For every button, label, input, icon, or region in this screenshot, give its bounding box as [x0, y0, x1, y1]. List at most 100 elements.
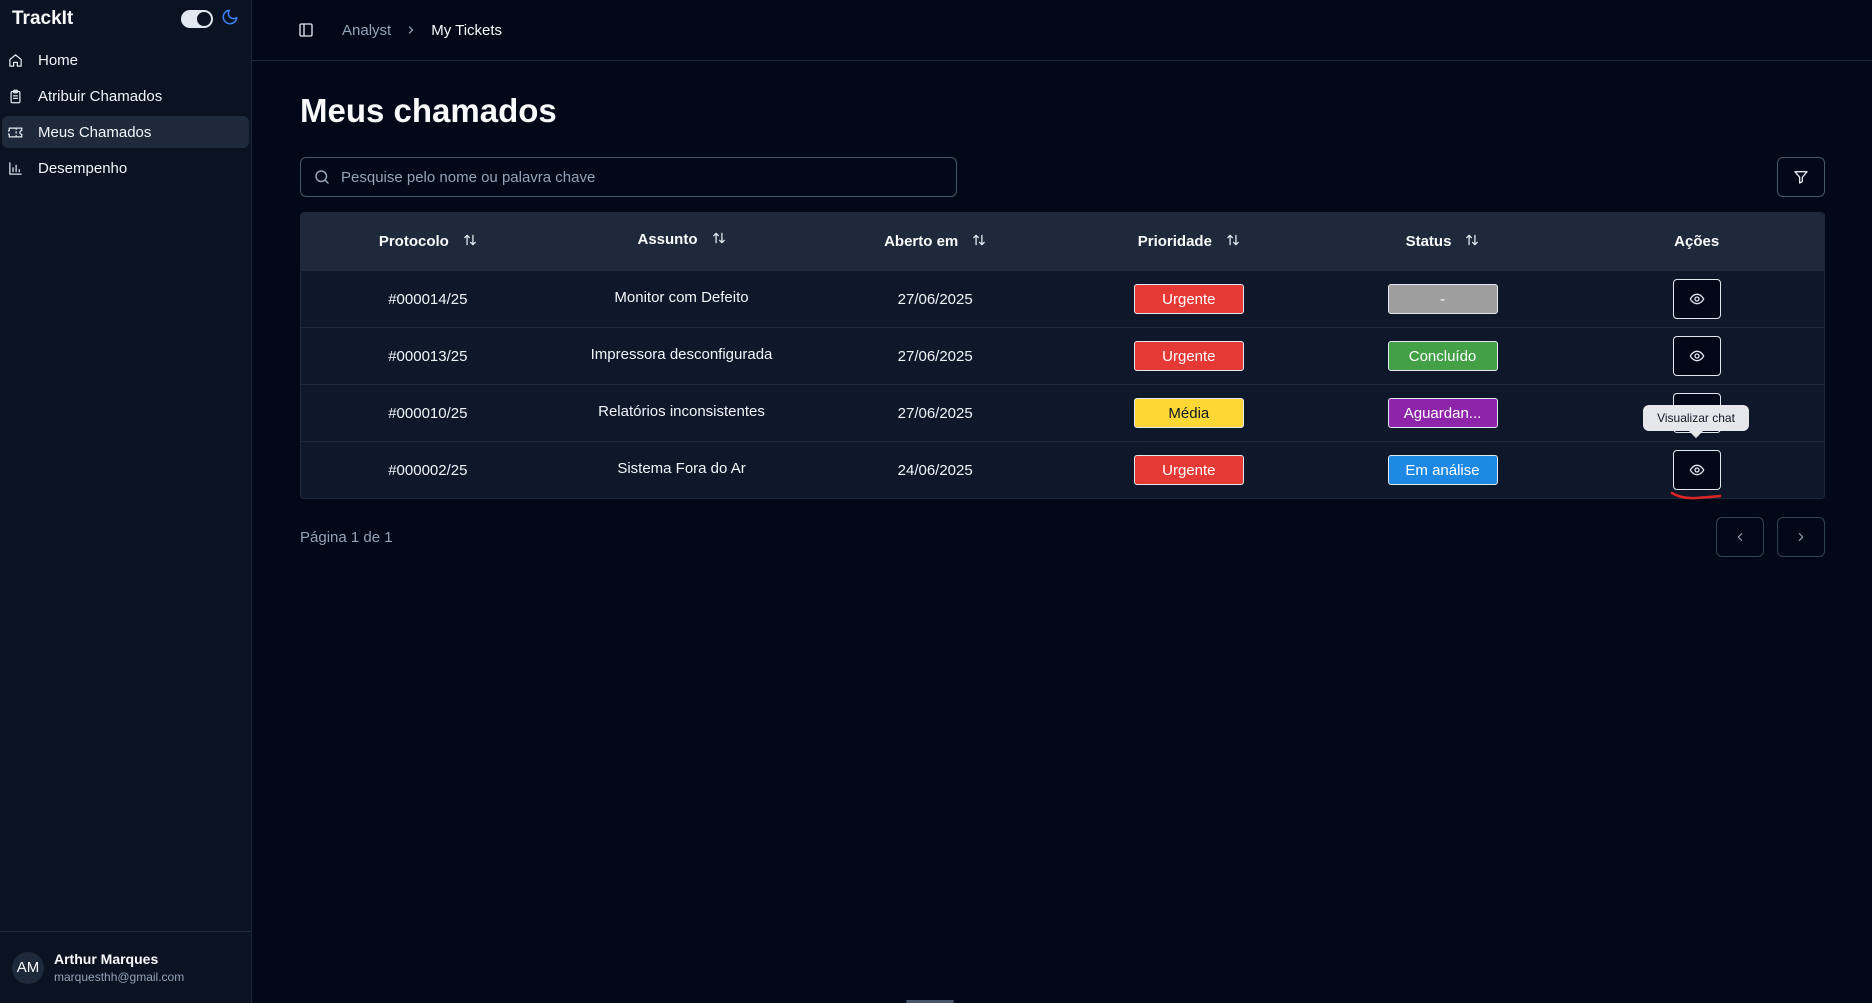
table-row: #000013/25 Impressora desconfigurada 27/…: [301, 327, 1824, 384]
status-cell: -: [1316, 284, 1570, 314]
column-acoes: Ações: [1569, 233, 1824, 250]
protocol-cell: #000002/25: [388, 461, 468, 479]
status-badge: Aguardan...: [1387, 398, 1498, 428]
subject-text: Sistema Fora do Ar: [617, 459, 746, 477]
priority-badge: Média: [1133, 398, 1244, 428]
sort-icon[interactable]: [1226, 233, 1240, 251]
priority-badge: Urgente: [1133, 341, 1244, 371]
column-label: Prioridade: [1137, 233, 1212, 250]
view-chat-button[interactable]: [1672, 336, 1721, 376]
sidebar-item-home[interactable]: Home: [2, 44, 249, 76]
moon-icon[interactable]: [221, 8, 239, 31]
tickets-table: Protocolo Assunto Aberto em Prioridade S…: [300, 212, 1825, 499]
date-cell: 27/06/2025: [897, 347, 973, 365]
subject-cell: Sistema Fora do Ar: [555, 459, 809, 479]
sidebar: TrackIt Home Atribuir Chamados Meus Cham…: [0, 0, 252, 1003]
eye-icon: [1689, 291, 1705, 307]
sidebar-item-meus-chamados[interactable]: Meus Chamados: [2, 116, 249, 148]
tooltip-view-chat: Visualizar chat: [1643, 405, 1749, 439]
search-input[interactable]: [341, 168, 921, 186]
annotation-underline: [1670, 491, 1722, 500]
date-cell: 27/06/2025: [897, 290, 973, 308]
sort-icon[interactable]: [972, 233, 986, 251]
actions-cell: [1569, 336, 1824, 376]
priority-cell: Urgente: [1062, 284, 1316, 314]
toolbar: [300, 157, 1825, 197]
breadcrumb-analyst[interactable]: Analyst: [342, 22, 391, 39]
subject-cell: Impressora desconfigurada: [555, 345, 809, 365]
date-cell: 24/06/2025: [897, 461, 973, 479]
topbar: Analyst My Tickets: [252, 0, 1872, 61]
search-icon: [313, 168, 331, 186]
protocol-cell: #000013/25: [388, 347, 468, 365]
column-assunto[interactable]: Assunto: [555, 231, 809, 251]
sidebar-item-label: Atribuir Chamados: [38, 87, 163, 105]
priority-cell: Urgente: [1062, 341, 1316, 371]
column-label: Assunto: [637, 231, 698, 248]
sidebar-nav: Home Atribuir Chamados Meus Chamados Des…: [0, 38, 251, 192]
eye-icon: [1689, 348, 1705, 364]
column-prioridade[interactable]: Prioridade: [1062, 233, 1316, 251]
sidebar-item-atribuir-chamados[interactable]: Atribuir Chamados: [2, 80, 249, 112]
actions-cell: [1569, 450, 1824, 490]
filter-button[interactable]: [1777, 157, 1825, 197]
sort-icon[interactable]: [463, 233, 477, 251]
actions-cell: [1569, 279, 1824, 319]
sidebar-item-desempenho[interactable]: Desempenho: [2, 152, 249, 184]
priority-badge: Urgente: [1133, 455, 1244, 485]
pagination: Página 1 de 1: [300, 517, 1825, 557]
sidebar-toggle-icon[interactable]: [298, 22, 314, 38]
ticket-icon: [6, 123, 24, 141]
protocol-cell: #000014/25: [388, 290, 468, 308]
prev-page-button[interactable]: [1716, 517, 1764, 557]
column-aberto-em[interactable]: Aberto em: [808, 233, 1062, 251]
sidebar-item-label: Desempenho: [38, 159, 128, 177]
sidebar-item-label: Meus Chamados: [38, 123, 152, 141]
protocol-cell: #000010/25: [388, 404, 468, 422]
column-label: Ações: [1674, 233, 1720, 250]
user-name: Arthur Marques: [54, 951, 159, 967]
table-row: #000010/25 Relatórios inconsistentes 27/…: [301, 384, 1824, 441]
chevron-left-icon: [1733, 530, 1747, 544]
priority-badge: Urgente: [1133, 284, 1244, 314]
column-label: Status: [1405, 233, 1452, 250]
column-label: Aberto em: [884, 233, 959, 250]
user-email: marquesthh@gmail.com: [54, 970, 185, 984]
table-row: #000014/25 Monitor com Defeito 27/06/202…: [301, 270, 1824, 327]
page-title: Meus chamados: [300, 92, 557, 129]
status-cell: Concluído: [1316, 341, 1570, 371]
view-chat-button[interactable]: [1672, 279, 1721, 319]
column-protocolo[interactable]: Protocolo: [301, 233, 555, 251]
clipboard-icon: [6, 87, 24, 105]
filter-icon: [1793, 169, 1809, 185]
home-icon: [6, 51, 24, 69]
status-cell: Aguardan...: [1316, 398, 1570, 428]
priority-cell: Urgente: [1062, 455, 1316, 485]
main-content: Meus chamados Protocolo Assunto Aberto e…: [300, 61, 1825, 557]
column-status[interactable]: Status: [1316, 233, 1570, 251]
sidebar-item-label: Home: [38, 51, 79, 69]
sort-icon[interactable]: [712, 231, 726, 249]
app-logo: TrackIt: [12, 8, 74, 29]
priority-cell: Média: [1062, 398, 1316, 428]
eye-icon: [1689, 462, 1705, 478]
breadcrumb-my-tickets: My Tickets: [431, 21, 503, 39]
status-badge: Em análise: [1387, 455, 1498, 485]
subject-text: Impressora desconfigurada: [590, 345, 773, 363]
status-cell: Em análise: [1316, 455, 1570, 485]
chevron-right-icon: [405, 24, 417, 36]
date-cell: 27/06/2025: [897, 404, 973, 422]
next-page-button[interactable]: [1777, 517, 1825, 557]
view-chat-button[interactable]: [1672, 450, 1721, 490]
status-badge: -: [1387, 284, 1498, 314]
column-label: Protocolo: [378, 233, 449, 250]
chevron-right-icon: [1794, 530, 1808, 544]
breadcrumb: Analyst My Tickets: [342, 22, 502, 39]
tooltip-text: Visualizar chat: [1657, 411, 1735, 425]
user-profile[interactable]: AM Arthur Marques marquesthh@gmail.com: [0, 931, 251, 1003]
avatar: AM: [12, 951, 44, 984]
subject-cell: Relatórios inconsistentes: [555, 403, 809, 422]
sort-icon[interactable]: [1465, 233, 1479, 251]
brand-row: TrackIt: [0, 0, 251, 38]
theme-toggle[interactable]: [181, 10, 213, 28]
